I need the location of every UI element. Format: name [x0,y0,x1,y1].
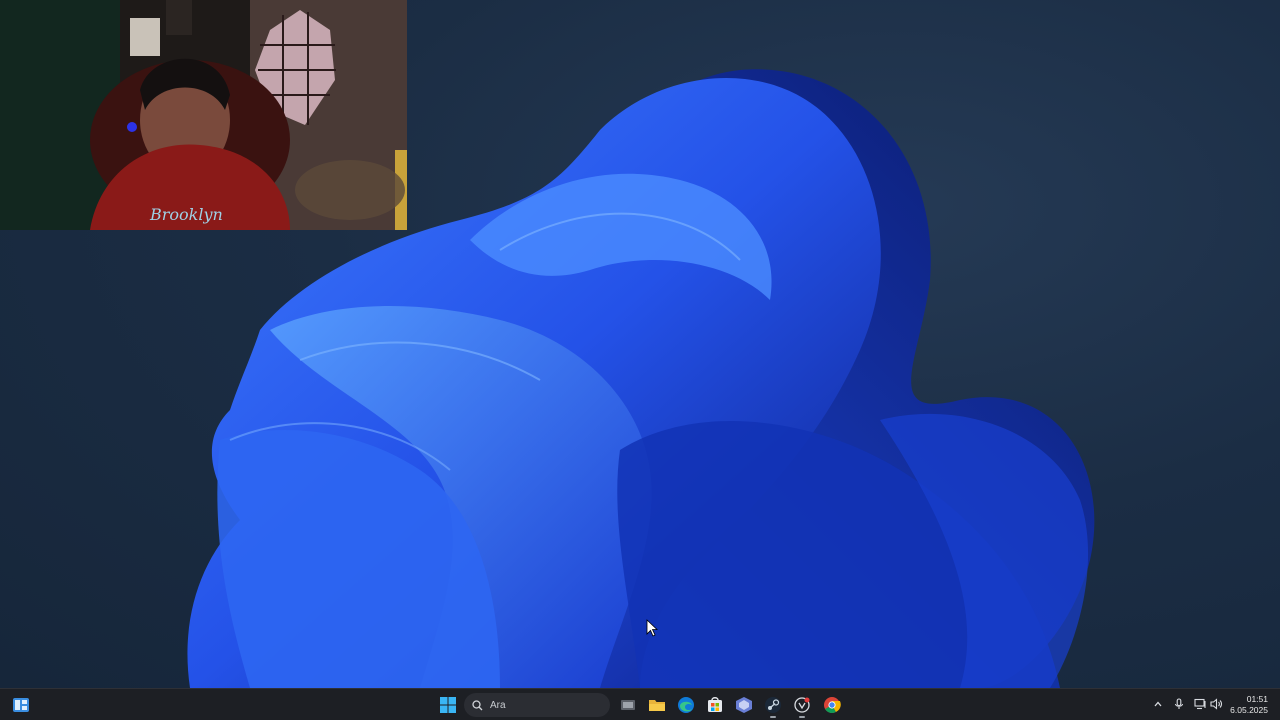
store-icon [708,697,722,712]
edge-icon [678,697,694,713]
clock-date: 6.05.2025 [1230,705,1268,715]
microphone-icon [1174,698,1184,709]
network-icon [1193,698,1206,710]
folder-icon [649,700,665,711]
start-button[interactable] [436,693,460,717]
show-hidden-icons-button[interactable] [1151,697,1165,711]
file-explorer-button[interactable] [645,693,669,717]
running-indicator [770,716,776,718]
network-button[interactable] [1193,697,1207,711]
steam-button[interactable] [761,693,785,718]
desktop[interactable]: Brooklyn [0,0,1280,688]
search-placeholder: Ara [490,699,506,711]
app-button[interactable] [790,693,814,718]
app-button[interactable] [732,693,756,717]
app-icon [736,697,752,713]
task-view-icon [621,700,635,710]
microsoft-store-button[interactable] [703,693,727,717]
widgets-icon [13,698,29,712]
shirt-print-text: Brooklyn [149,205,223,224]
task-view-button[interactable] [616,693,640,717]
taskbar: Ara 01:51 6.05.2025 [0,688,1280,720]
mouse-cursor [646,619,658,637]
volume-button[interactable] [1209,697,1223,711]
system-clock[interactable]: 01:51 6.05.2025 [1230,694,1268,716]
edge-button[interactable] [674,693,698,717]
chrome-icon [824,697,841,713]
taskbar-search-box[interactable]: Ara [464,693,610,717]
widgets-button[interactable] [9,693,33,717]
microphone-button[interactable] [1172,697,1186,711]
chrome-button[interactable] [820,693,844,717]
webcam-overlay: Brooklyn [0,0,407,230]
app-icon [794,697,810,713]
search-icon [472,699,483,710]
webcam-feed-image: Brooklyn [0,0,407,230]
steam-icon [765,697,781,713]
running-indicator [799,716,805,718]
windows-logo-icon [440,697,456,713]
volume-icon [1209,698,1222,710]
clock-time: 01:51 [1246,694,1268,704]
chevron-up-icon [1154,701,1162,707]
